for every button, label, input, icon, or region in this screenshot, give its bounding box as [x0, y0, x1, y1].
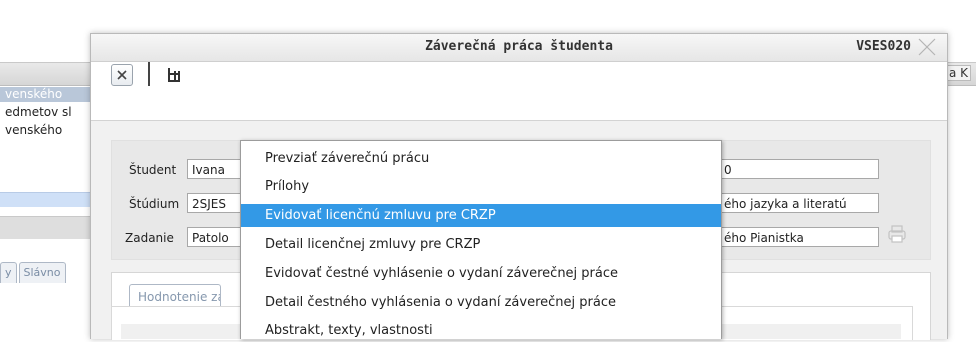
student-label: Študent — [129, 163, 177, 177]
background-list-item: edmetov sl — [5, 105, 72, 119]
assignment-label: Zadanie — [125, 231, 174, 245]
printer-icon[interactable] — [887, 224, 907, 244]
menu-item-record-honor-declaration[interactable]: Evidovať čestné vyhlásenie o vydaní záve… — [241, 262, 721, 285]
student-input[interactable]: Ivana — [187, 159, 247, 179]
context-menu: Prevziať záverečnú prácu Prílohy Evidova… — [240, 140, 722, 339]
menu-item-record-license-agreement[interactable]: Evidovať licenčnú zmluvu pre CRZP — [241, 204, 721, 227]
study-input[interactable]: 2SJES — [187, 193, 247, 213]
close-dialog-button[interactable] — [111, 64, 133, 86]
background-right-header-text: a K — [946, 65, 972, 81]
close-icon[interactable] — [915, 35, 939, 59]
dialog-toolbar — [91, 62, 947, 121]
menu-item-honor-declaration-detail[interactable]: Detail čestného vyhlásenia o vydaní záve… — [241, 291, 721, 314]
background-right-header: a K — [946, 62, 976, 84]
background-tab[interactable]: y — [0, 262, 17, 283]
dialog-code: VSES020 — [856, 39, 911, 54]
study-label: Štúdium — [129, 197, 180, 211]
background-tab[interactable]: Slávno — [18, 262, 66, 283]
dialog-titlebar[interactable]: Záverečná práca študenta VSES020 — [91, 34, 947, 62]
menu-item-abstract-texts-properties[interactable]: Abstrakt, texty, vlastnosti — [241, 319, 721, 342]
background-tabs: y Slávno — [0, 262, 68, 284]
toolbar-separator — [148, 62, 150, 86]
background-selected-row — [0, 192, 92, 207]
background-gray-bar — [0, 216, 92, 239]
menu-item-attachments[interactable]: Prílohy — [241, 175, 721, 198]
assignment-input[interactable]: Patolo — [187, 227, 247, 247]
study-detail-field[interactable]: ého jazyka a literatú — [719, 193, 879, 213]
menu-item-license-agreement-detail[interactable]: Detail licenčnej zmluvy pre CRZP — [241, 233, 721, 256]
student-detail-field[interactable]: 0 — [719, 159, 879, 179]
background-left-tab: venského — [0, 87, 97, 102]
close-icon — [117, 70, 127, 80]
hierarchy-icon[interactable] — [165, 66, 183, 84]
background-list-item: venského — [5, 123, 63, 137]
menu-item-take-over-thesis[interactable]: Prevziať záverečnú prácu — [241, 147, 721, 170]
dialog-title: Záverečná práca študenta — [425, 39, 613, 54]
tab-evaluation[interactable]: Hodnotenie zá — [129, 284, 221, 308]
assignment-detail-field[interactable]: ého Pianistka — [719, 227, 879, 247]
